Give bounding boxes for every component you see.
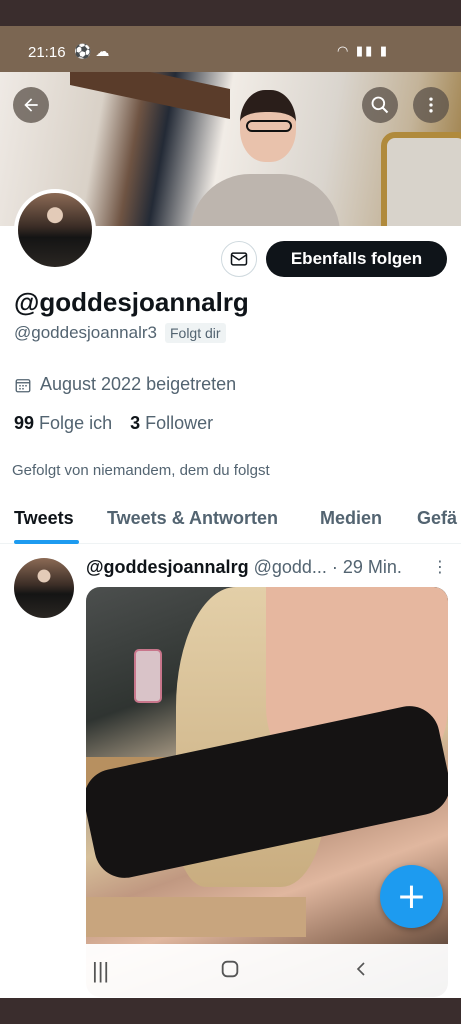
recent-apps-icon[interactable]: ||| [92,958,109,984]
tweet-header: @goddesjoannalrg @godd... · 29 Min. [86,557,448,578]
tweet-author-handle: @godd... [253,557,327,577]
back-nav-icon[interactable] [352,958,370,986]
more-vertical-icon [429,97,433,113]
followers-label: Follower [145,413,214,433]
arrow-left-icon [24,98,38,112]
home-icon[interactable] [219,958,241,986]
follow-back-button[interactable]: Ebenfalls folgen [266,241,447,277]
device-frame-top [0,0,461,26]
following-label: Folge ich [39,413,113,433]
user-handle: @goddesjoannalr3 [14,323,157,342]
system-nav-bar: ||| [0,944,461,998]
plus-icon: + [396,876,427,917]
calendar-icon [15,378,31,392]
search-button[interactable] [362,87,398,123]
status-bar: 21:16 ⚽ ☁ ◠ ▮▮ ▮ [0,26,461,72]
device-frame-bottom [0,998,461,1024]
notification-icons: ⚽ ☁ [74,43,110,59]
following-count: 99 [14,413,35,433]
joined-date: August 2022 beigetreten [14,374,236,395]
status-time: 21:16 [28,44,66,61]
handle-line: @goddesjoannalr3 Folgt dir [14,323,226,343]
tab-tweets-and-replies[interactable]: Tweets & Antworten [107,508,278,529]
profile-avatar[interactable] [14,189,96,271]
signal-wifi-battery-icons: ◠ ▮▮ ▮ [336,43,389,58]
more-options-button[interactable] [413,87,449,123]
followers-stat[interactable]: 3 Follower [130,413,213,434]
profile-tabs: Tweets Tweets & Antworten Medien Gefä [0,500,461,544]
search-icon [371,96,389,114]
compose-tweet-button[interactable]: + [380,865,443,928]
tweet-author-name[interactable]: @goddesjoannalrg [86,557,249,578]
tweet-time: · 29 Min. [331,557,402,577]
back-button[interactable] [13,87,49,123]
tweet-avatar[interactable] [14,558,74,618]
tweet-more-icon[interactable]: ⋮ [432,557,448,577]
followed-by-text: Gefolgt von niemandem, dem du folgst [12,462,270,479]
follow-stats: 99 Folge ich 3 Follower [14,413,213,434]
followers-count: 3 [130,413,141,433]
mail-icon [230,252,248,266]
display-name: @goddesjoannalrg [14,287,249,317]
active-tab-indicator [14,540,79,544]
tab-tweets[interactable]: Tweets [14,508,74,529]
following-stat[interactable]: 99 Folge ich [14,413,112,434]
tab-media[interactable]: Medien [320,508,382,529]
tweet-media-image[interactable] [86,587,448,997]
message-button[interactable] [221,241,257,277]
joined-text: August 2022 beigetreten [40,374,237,394]
follows-you-badge: Folgt dir [164,323,226,343]
tab-likes[interactable]: Gefä [417,508,457,529]
